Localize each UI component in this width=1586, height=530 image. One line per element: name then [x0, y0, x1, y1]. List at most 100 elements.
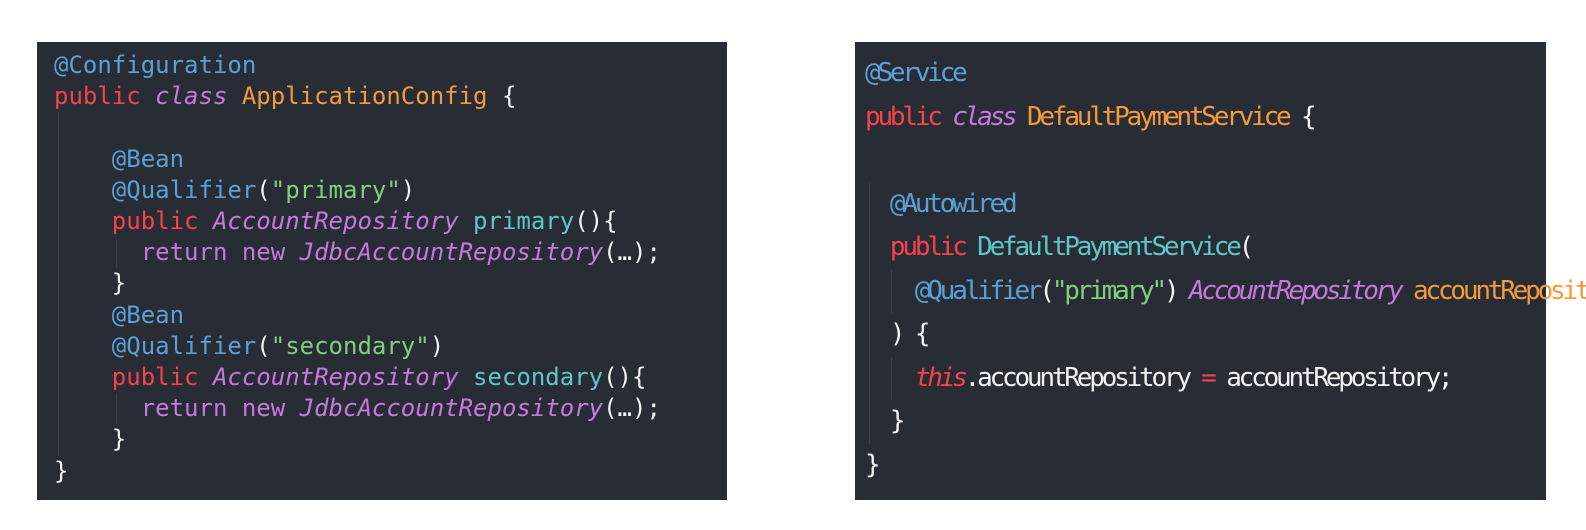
code-token: ( — [256, 331, 271, 360]
code-token: ApplicationConfig — [241, 82, 488, 111]
code-line: @Configuration — [54, 50, 661, 81]
indent-guide — [58, 330, 59, 363]
code-line — [54, 112, 661, 144]
indent-guide — [891, 269, 892, 313]
code-token: @Bean — [111, 144, 185, 173]
code-line: } — [54, 268, 661, 300]
indent-guide — [58, 206, 59, 238]
code-token: public — [865, 101, 943, 132]
code-line: ) { — [865, 313, 1586, 357]
code-line: public class ApplicationConfig { — [54, 81, 661, 112]
code-token: DefaultPaymentService — [977, 232, 1242, 262]
code-line: @Qualifier("primary") — [54, 174, 661, 207]
code-token: accountRepository; — [1213, 362, 1453, 393]
code-token: (){ — [574, 207, 618, 236]
indent-guide — [58, 237, 59, 269]
code-block-right: @Service public class DefaultPaymentServi… — [865, 52, 1586, 487]
indent-guide — [869, 356, 870, 400]
code-line: return new JdbcAccountRepository(…); — [54, 393, 661, 425]
code-token: @Autowired — [889, 188, 1018, 219]
code-token: DefaultPaymentService — [1026, 101, 1292, 132]
code-token: (…); — [603, 238, 661, 267]
indent-guide — [869, 269, 870, 313]
code-token: @Bean — [111, 300, 185, 329]
code-line: this.accountRepository = accountReposito… — [865, 356, 1586, 400]
code-token: "primary" — [270, 175, 401, 204]
code-block-left: @Configuration public class ApplicationCo… — [54, 50, 661, 487]
indent-guide — [58, 393, 59, 425]
indent-guide — [58, 424, 59, 456]
code-token: @Qualifier — [914, 275, 1043, 306]
code-line: @Bean — [54, 143, 661, 175]
code-line: public AccountRepository secondary(){ — [54, 362, 661, 394]
code-token: AccountRepository — [212, 363, 459, 392]
code-token: @Service — [865, 58, 968, 88]
code-token: ) { — [865, 319, 931, 349]
code-token: public — [111, 207, 199, 236]
code-token: (…); — [603, 394, 661, 423]
code-token: = — [1201, 362, 1217, 393]
code-line: @Qualifier("primary") AccountRepository … — [865, 269, 1586, 313]
code-token: public — [54, 82, 141, 111]
code-line: public DefaultPaymentService( — [865, 226, 1586, 270]
indent-guide — [891, 356, 892, 400]
code-token: .accountRepository — [964, 362, 1202, 393]
code-token: { — [1288, 101, 1317, 132]
code-token: secondary — [473, 363, 604, 392]
code-token: class — [155, 82, 228, 111]
code-panel-default-payment-service: @Service public class DefaultPaymentServi… — [855, 42, 1586, 500]
code-line: } — [865, 444, 1586, 488]
code-token: @Qualifier — [111, 175, 257, 204]
code-token: public — [889, 232, 968, 262]
code-token: } — [54, 269, 127, 298]
code-line: } — [54, 456, 661, 487]
code-token: { — [487, 82, 517, 111]
code-line: public AccountRepository primary(){ — [54, 206, 661, 238]
code-token: ) — [400, 175, 416, 204]
code-token: } — [865, 406, 906, 436]
code-token: AccountRepository — [212, 207, 459, 236]
code-line: } — [865, 400, 1586, 444]
indent-guide — [58, 174, 59, 207]
code-token: "primary" — [1051, 275, 1167, 306]
code-line: @Qualifier("secondary") — [54, 330, 661, 363]
code-token: "secondary" — [270, 331, 430, 360]
code-line: return new JdbcAccountRepository(…); — [54, 237, 661, 269]
code-line: @Bean — [54, 299, 661, 331]
code-panel-application-config: @Configuration public class ApplicationCo… — [37, 42, 727, 500]
code-token: JdbcAccountRepository — [299, 238, 604, 267]
indent-guide — [58, 112, 59, 144]
code-token: @Qualifier — [111, 331, 257, 360]
code-token: return new — [140, 238, 286, 267]
code-line: public class DefaultPaymentService { — [865, 96, 1586, 140]
code-token: return new — [140, 394, 286, 423]
code-token: ( — [1238, 232, 1255, 262]
code-token: @Configuration — [54, 51, 257, 79]
code-token: class — [952, 101, 1017, 132]
indent-guide — [869, 400, 870, 444]
code-token: (){ — [603, 363, 647, 392]
code-line: @Autowired — [865, 182, 1586, 226]
code-token: } — [54, 456, 69, 485]
